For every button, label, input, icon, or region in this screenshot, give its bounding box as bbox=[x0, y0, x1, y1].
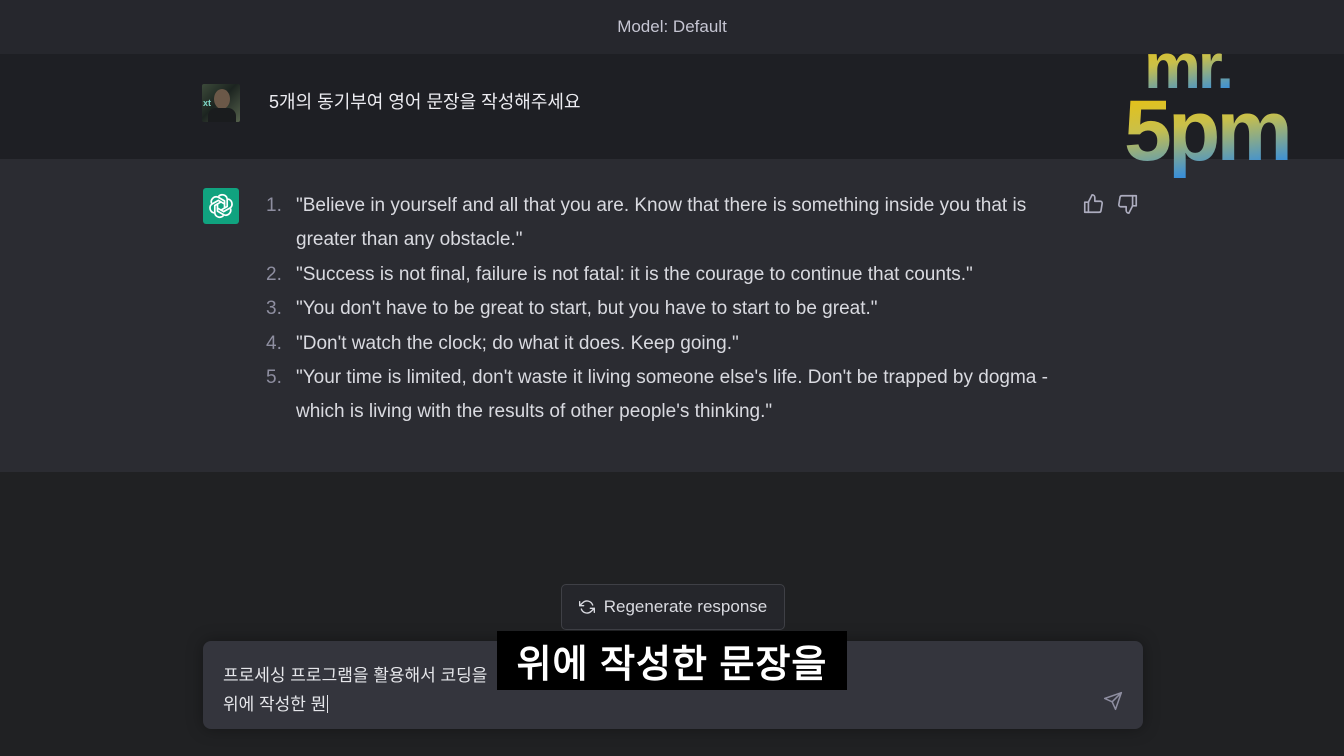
refresh-icon bbox=[578, 600, 595, 614]
input-text-line-2: 위에 작성한 뭔 bbox=[223, 695, 329, 714]
channel-watermark-logo: mr. 5pm bbox=[1124, 30, 1293, 179]
user-avatar-tag: xt bbox=[203, 98, 212, 108]
list-item-text: "Your time is limited, don't waste it li… bbox=[296, 367, 1048, 423]
assistant-message-row: 1. "Believe in yourself and all that you … bbox=[0, 159, 1344, 472]
list-item: 3. "You don't have to be great to start, … bbox=[266, 298, 878, 320]
list-item-text: "Success is not final, failure is not fa… bbox=[296, 263, 973, 285]
list-item: 2. "Success is not final, failure is not … bbox=[266, 263, 973, 285]
regenerate-response-button[interactable]: Regenerate response bbox=[561, 584, 785, 630]
thumbs-up-icon[interactable] bbox=[1082, 193, 1104, 215]
openai-logo-icon bbox=[203, 188, 239, 224]
user-avatar: xt bbox=[202, 84, 240, 122]
regenerate-label: Regenerate response bbox=[603, 597, 768, 616]
list-item-text: "Believe in yourself and all that you ar… bbox=[296, 195, 1027, 251]
answer-list: 1. "Believe in yourself and all that you … bbox=[263, 189, 1073, 430]
watermark-line-2: 5pm bbox=[1124, 83, 1289, 179]
user-message-text: 5개의 동기부여 영어 문장을 작성해주세요 bbox=[269, 92, 581, 112]
video-subtitle: 위에 작성한 문장을 bbox=[497, 631, 847, 690]
send-icon[interactable] bbox=[1103, 691, 1123, 711]
input-text-line-1: 프로세싱 프로그램을 활용해서 코딩을 bbox=[223, 666, 488, 685]
model-label: Model: Default bbox=[617, 17, 727, 36]
list-item-text: "Don't watch the clock; do what it does.… bbox=[296, 332, 739, 354]
video-subtitle-text: 위에 작성한 문장을 bbox=[516, 644, 828, 686]
list-item: 5. "Your time is limited, don't waste it … bbox=[266, 367, 1048, 423]
text-caret bbox=[327, 695, 329, 713]
list-item-text: "You don't have to be great to start, bu… bbox=[296, 298, 878, 320]
list-item: 4. "Don't watch the clock; do what it doe… bbox=[266, 332, 739, 354]
list-item: 1. "Believe in yourself and all that you … bbox=[266, 195, 1027, 251]
thumbs-down-icon[interactable] bbox=[1117, 193, 1139, 215]
